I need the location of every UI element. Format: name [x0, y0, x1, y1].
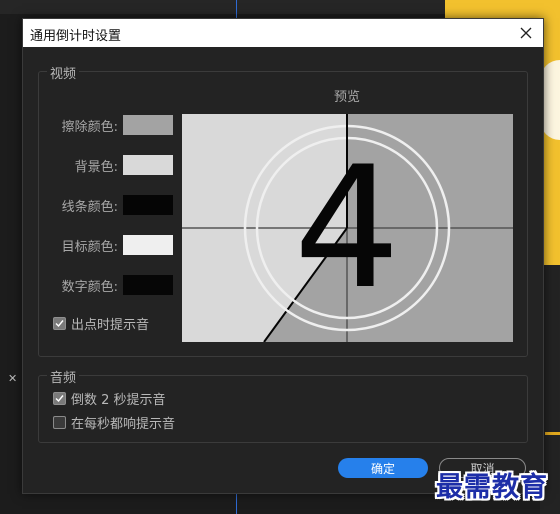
target-color-row: 目标颜色: — [43, 235, 118, 255]
countdown-2s-beep-checkbox[interactable]: 倒数 2 秒提示音 — [53, 389, 166, 408]
beep-every-second-label: 在每秒都响提示音 — [71, 417, 176, 432]
checkbox-box — [53, 317, 66, 330]
ok-button[interactable]: 确定 — [338, 458, 428, 478]
dialog-titlebar: 通用倒计时设置 — [23, 19, 543, 47]
video-group-label: 视频 — [47, 63, 80, 82]
countdown-preview-graphic: 4 — [182, 114, 513, 343]
number-color-label: 数字颜色: — [61, 280, 118, 295]
number-color-row: 数字颜色: — [43, 275, 118, 295]
checkmark-icon — [55, 320, 64, 328]
checkmark-icon — [55, 395, 64, 403]
audio-group-label: 音频 — [47, 367, 80, 386]
countdown-settings-dialog: 通用倒计时设置 视频 预览 擦除颜色: 背景色: 线条颜色: 目标颜色: 数字颜… — [22, 18, 544, 494]
countdown-preview: 4 — [182, 114, 513, 343]
line-color-label: 线条颜色: — [61, 200, 118, 215]
wipe-color-row: 擦除颜色: — [43, 115, 118, 135]
checkbox-box — [53, 392, 66, 405]
close-button[interactable] — [513, 21, 539, 45]
line-color-swatch[interactable] — [123, 195, 173, 215]
wipe-color-label: 擦除颜色: — [61, 120, 118, 135]
close-icon — [520, 27, 532, 39]
watermark-logo: 最需教育 — [436, 472, 548, 503]
checkbox-box — [53, 416, 66, 429]
cue-at-out-checkbox[interactable]: 出点时提示音 — [53, 314, 149, 333]
number-color-swatch[interactable] — [123, 275, 173, 295]
cue-at-out-label: 出点时提示音 — [71, 318, 150, 333]
background-color-swatch[interactable] — [123, 155, 173, 175]
background-color-row: 背景色: — [43, 155, 118, 175]
target-color-swatch[interactable] — [123, 235, 173, 255]
countdown-2s-beep-label: 倒数 2 秒提示音 — [71, 393, 166, 408]
line-color-row: 线条颜色: — [43, 195, 118, 215]
preview-countdown-number: 4 — [294, 130, 401, 326]
wipe-color-swatch[interactable] — [123, 115, 173, 135]
background-close-icon: ✕ — [8, 372, 18, 385]
target-color-label: 目标颜色: — [61, 240, 118, 255]
background-clip-strip — [545, 432, 560, 435]
audio-group: 音频 — [38, 367, 528, 443]
dialog-title: 通用倒计时设置 — [30, 29, 122, 44]
background-color-label: 背景色: — [74, 160, 118, 175]
beep-every-second-checkbox[interactable]: 在每秒都响提示音 — [53, 413, 175, 432]
preview-label: 预览 — [334, 90, 361, 105]
